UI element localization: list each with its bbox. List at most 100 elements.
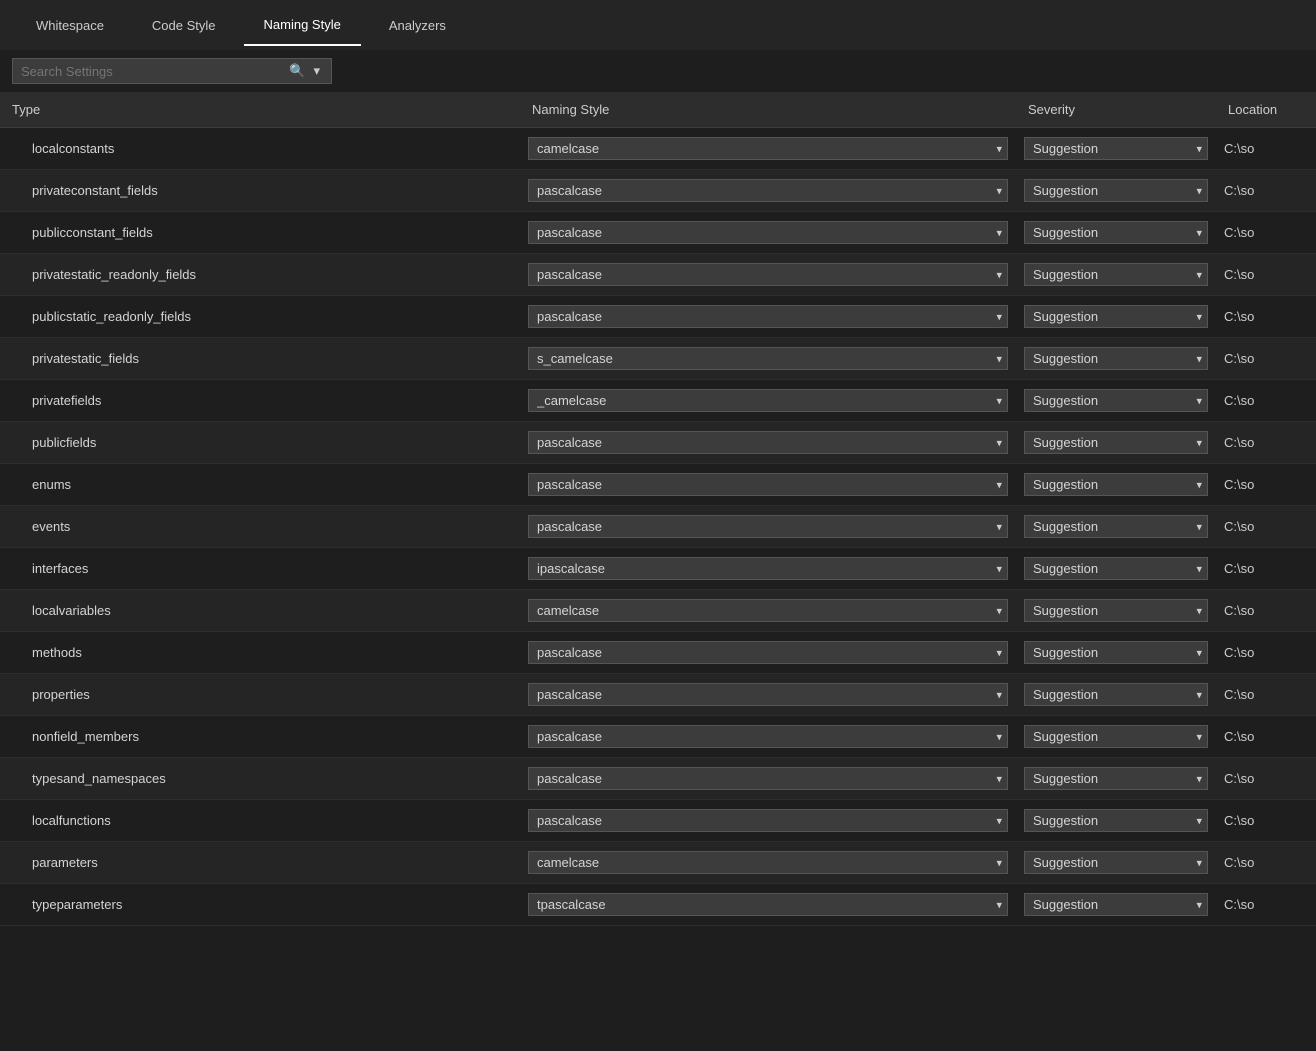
severity-select-localfunctions[interactable]: SuggestionWarningErrorSilentNone — [1024, 809, 1208, 832]
row-naming-privatefields: _camelcasecamelcasepascalcases_camelcase… — [520, 385, 1016, 416]
severity-select-enums[interactable]: SuggestionWarningErrorSilentNone — [1024, 473, 1208, 496]
naming-dropdown-wrapper-interfaces: ipascalcasecamelcasepascalcases_camelcas… — [528, 557, 1008, 580]
severity-select-publicfields[interactable]: SuggestionWarningErrorSilentNone — [1024, 431, 1208, 454]
row-location-publicconstant_fields: C:\so — [1216, 221, 1316, 244]
row-naming-localfunctions: pascalcasecamelcases_camelcase_camelcase… — [520, 805, 1016, 836]
severity-dropdown-wrapper-publicconstant_fields: SuggestionWarningErrorSilentNone — [1024, 221, 1208, 244]
search-wrapper: 🔍 ▾ — [12, 58, 332, 84]
severity-select-interfaces[interactable]: SuggestionWarningErrorSilentNone — [1024, 557, 1208, 580]
header-location: Location — [1216, 98, 1316, 121]
severity-select-nonfield_members[interactable]: SuggestionWarningErrorSilentNone — [1024, 725, 1208, 748]
naming-style-select-typeparameters[interactable]: tpascalcasecamelcasepascalcases_camelcas… — [528, 893, 1008, 916]
severity-select-properties[interactable]: SuggestionWarningErrorSilentNone — [1024, 683, 1208, 706]
row-type-nonfield_members: nonfield_members — [0, 723, 520, 750]
content-area: 🔍 ▾ Type Naming Style Severity Location … — [0, 50, 1316, 1051]
naming-style-select-publicconstant_fields[interactable]: pascalcasecamelcases_camelcase_camelcase… — [528, 221, 1008, 244]
severity-select-publicconstant_fields[interactable]: SuggestionWarningErrorSilentNone — [1024, 221, 1208, 244]
naming-style-select-methods[interactable]: pascalcasecamelcases_camelcase_camelcase… — [528, 641, 1008, 664]
row-naming-privateconstant_fields: pascalcasecamelcases_camelcase_camelcase… — [520, 175, 1016, 206]
naming-dropdown-wrapper-nonfield_members: pascalcasecamelcases_camelcase_camelcase… — [528, 725, 1008, 748]
severity-dropdown-wrapper-privatestatic_fields: SuggestionWarningErrorSilentNone — [1024, 347, 1208, 370]
search-icon-button[interactable]: 🔍 — [286, 63, 308, 79]
naming-dropdown-wrapper-publicconstant_fields: pascalcasecamelcases_camelcase_camelcase… — [528, 221, 1008, 244]
naming-style-select-privateconstant_fields[interactable]: pascalcasecamelcases_camelcase_camelcase… — [528, 179, 1008, 202]
tab-whitespace[interactable]: Whitespace — [16, 6, 124, 45]
severity-select-privatestatic_fields[interactable]: SuggestionWarningErrorSilentNone — [1024, 347, 1208, 370]
row-type-interfaces: interfaces — [0, 555, 520, 582]
severity-select-privateconstant_fields[interactable]: SuggestionWarningErrorSilentNone — [1024, 179, 1208, 202]
severity-select-typesand_namespaces[interactable]: SuggestionWarningErrorSilentNone — [1024, 767, 1208, 790]
row-naming-localconstants: camelcasepascalcases_camelcase_camelcase… — [520, 133, 1016, 164]
naming-style-select-events[interactable]: pascalcasecamelcases_camelcase_camelcase… — [528, 515, 1008, 538]
naming-style-select-publicstatic_readonly_fields[interactable]: pascalcasecamelcases_camelcase_camelcase… — [528, 305, 1008, 328]
severity-select-privatefields[interactable]: SuggestionWarningErrorSilentNone — [1024, 389, 1208, 412]
naming-style-select-localconstants[interactable]: camelcasepascalcases_camelcase_camelcase… — [528, 137, 1008, 160]
row-naming-enums: pascalcasecamelcases_camelcase_camelcase… — [520, 469, 1016, 500]
naming-style-select-publicfields[interactable]: pascalcasecamelcases_camelcase_camelcase… — [528, 431, 1008, 454]
row-type-publicfields: publicfields — [0, 429, 520, 456]
tab-naming-style[interactable]: Naming Style — [244, 5, 361, 46]
severity-select-privatestatic_readonly_fields[interactable]: SuggestionWarningErrorSilentNone — [1024, 263, 1208, 286]
table-row: localconstantscamelcasepascalcases_camel… — [0, 128, 1316, 170]
table-container: Type Naming Style Severity Location loca… — [0, 92, 1316, 926]
severity-dropdown-wrapper-interfaces: SuggestionWarningErrorSilentNone — [1024, 557, 1208, 580]
severity-select-parameters[interactable]: SuggestionWarningErrorSilentNone — [1024, 851, 1208, 874]
severity-select-localconstants[interactable]: SuggestionWarningErrorSilentNone — [1024, 137, 1208, 160]
naming-style-select-privatestatic_readonly_fields[interactable]: pascalcasecamelcases_camelcase_camelcase… — [528, 263, 1008, 286]
severity-select-publicstatic_readonly_fields[interactable]: SuggestionWarningErrorSilentNone — [1024, 305, 1208, 328]
row-type-privateconstant_fields: privateconstant_fields — [0, 177, 520, 204]
row-location-publicfields: C:\so — [1216, 431, 1316, 454]
naming-style-select-typesand_namespaces[interactable]: pascalcasecamelcases_camelcase_camelcase… — [528, 767, 1008, 790]
severity-select-methods[interactable]: SuggestionWarningErrorSilentNone — [1024, 641, 1208, 664]
search-dropdown-button[interactable]: ▾ — [310, 63, 323, 79]
naming-dropdown-wrapper-privatefields: _camelcasecamelcasepascalcases_camelcase… — [528, 389, 1008, 412]
severity-select-events[interactable]: SuggestionWarningErrorSilentNone — [1024, 515, 1208, 538]
naming-dropdown-wrapper-parameters: camelcasepascalcases_camelcase_camelcase… — [528, 851, 1008, 874]
row-naming-typeparameters: tpascalcasecamelcasepascalcases_camelcas… — [520, 889, 1016, 920]
tab-code-style[interactable]: Code Style — [132, 6, 236, 45]
row-type-privatestatic_fields: privatestatic_fields — [0, 345, 520, 372]
naming-style-select-properties[interactable]: pascalcasecamelcases_camelcase_camelcase… — [528, 683, 1008, 706]
row-type-parameters: parameters — [0, 849, 520, 876]
severity-dropdown-wrapper-methods: SuggestionWarningErrorSilentNone — [1024, 641, 1208, 664]
naming-dropdown-wrapper-properties: pascalcasecamelcases_camelcase_camelcase… — [528, 683, 1008, 706]
table-row: privateconstant_fields pascalcasecamelcas… — [0, 170, 1316, 212]
row-location-interfaces: C:\so — [1216, 557, 1316, 580]
severity-select-typeparameters[interactable]: SuggestionWarningErrorSilentNone — [1024, 893, 1208, 916]
table-row: typeparameterstpascalcasecamelcasepascal… — [0, 884, 1316, 926]
severity-dropdown-wrapper-properties: SuggestionWarningErrorSilentNone — [1024, 683, 1208, 706]
row-type-privatestatic_readonly_fields: privatestatic_readonly_fields — [0, 261, 520, 288]
naming-style-select-interfaces[interactable]: ipascalcasecamelcasepascalcases_camelcas… — [528, 557, 1008, 580]
naming-style-select-nonfield_members[interactable]: pascalcasecamelcases_camelcase_camelcase… — [528, 725, 1008, 748]
table-row: parameters camelcasepascalcases_camelcase… — [0, 842, 1316, 884]
naming-style-select-enums[interactable]: pascalcasecamelcases_camelcase_camelcase… — [528, 473, 1008, 496]
row-location-properties: C:\so — [1216, 683, 1316, 706]
row-severity-localvariables: SuggestionWarningErrorSilentNone — [1016, 595, 1216, 626]
severity-select-localvariables[interactable]: SuggestionWarningErrorSilentNone — [1024, 599, 1208, 622]
tab-analyzers[interactable]: Analyzers — [369, 6, 466, 45]
search-input[interactable] — [21, 64, 286, 79]
table-row: interfaces ipascalcasecamelcasepascalcase… — [0, 548, 1316, 590]
row-severity-events: SuggestionWarningErrorSilentNone — [1016, 511, 1216, 542]
naming-style-select-localvariables[interactable]: camelcasepascalcases_camelcase_camelcase… — [528, 599, 1008, 622]
table-row: publicconstant_fieldspascalcasecamelcase… — [0, 212, 1316, 254]
row-location-events: C:\so — [1216, 515, 1316, 538]
naming-style-select-privatefields[interactable]: _camelcasecamelcasepascalcases_camelcase… — [528, 389, 1008, 412]
row-naming-typesand_namespaces: pascalcasecamelcases_camelcase_camelcase… — [520, 763, 1016, 794]
table-row: enumspascalcasecamelcases_camelcase_came… — [0, 464, 1316, 506]
row-severity-publicstatic_readonly_fields: SuggestionWarningErrorSilentNone — [1016, 301, 1216, 332]
naming-dropdown-wrapper-privatestatic_fields: s_camelcasecamelcasepascalcase_camelcase… — [528, 347, 1008, 370]
severity-dropdown-wrapper-typesand_namespaces: SuggestionWarningErrorSilentNone — [1024, 767, 1208, 790]
naming-style-select-localfunctions[interactable]: pascalcasecamelcases_camelcase_camelcase… — [528, 809, 1008, 832]
severity-dropdown-wrapper-parameters: SuggestionWarningErrorSilentNone — [1024, 851, 1208, 874]
table-row: privatestatic_readonly_fields pascalcasec… — [0, 254, 1316, 296]
table-row: publicfields pascalcasecamelcases_camelca… — [0, 422, 1316, 464]
row-location-methods: C:\so — [1216, 641, 1316, 664]
severity-dropdown-wrapper-privatefields: SuggestionWarningErrorSilentNone — [1024, 389, 1208, 412]
row-naming-publicconstant_fields: pascalcasecamelcases_camelcase_camelcase… — [520, 217, 1016, 248]
row-severity-localfunctions: SuggestionWarningErrorSilentNone — [1016, 805, 1216, 836]
search-section: 🔍 ▾ — [0, 50, 1316, 92]
row-severity-typesand_namespaces: SuggestionWarningErrorSilentNone — [1016, 763, 1216, 794]
naming-style-select-privatestatic_fields[interactable]: s_camelcasecamelcasepascalcase_camelcase… — [528, 347, 1008, 370]
naming-style-select-parameters[interactable]: camelcasepascalcases_camelcase_camelcase… — [528, 851, 1008, 874]
